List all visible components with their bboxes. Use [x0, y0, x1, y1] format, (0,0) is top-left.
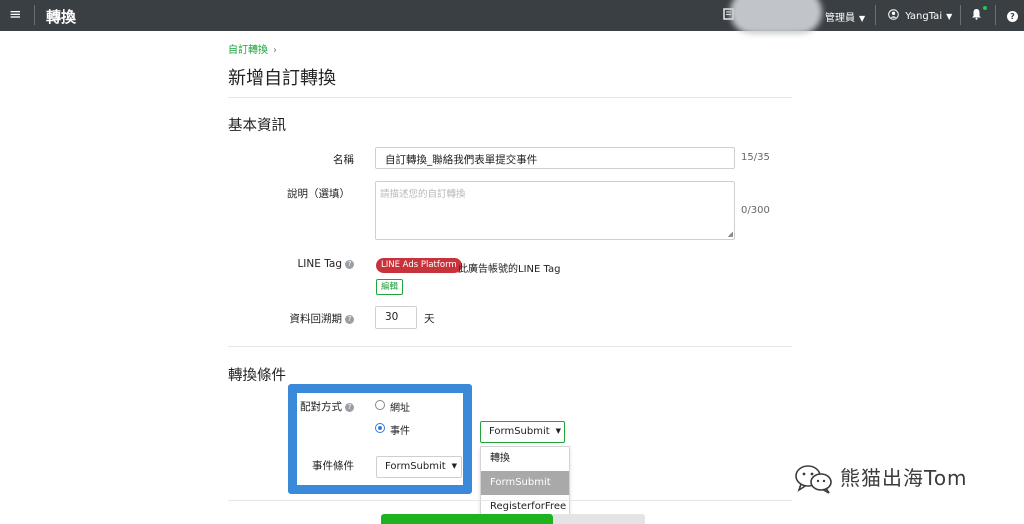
page-title: 新增自訂轉換 — [228, 68, 336, 89]
user-menu[interactable]: YangTai ▼ — [888, 9, 952, 22]
bell-icon[interactable] — [971, 8, 982, 23]
top-navigation-bar: ≡ 轉換 管理員 ▼ YangTai ▼ ? — [0, 0, 1024, 34]
lookback-input[interactable]: 30 — [375, 306, 417, 329]
cancel-button[interactable] — [553, 514, 645, 524]
lookback-unit: 天 — [424, 313, 435, 325]
question-icon[interactable]: ? — [1007, 8, 1018, 22]
caret-down-icon: ▼ — [859, 14, 866, 23]
divider — [995, 5, 996, 25]
resize-handle-icon[interactable]: ◢ — [728, 231, 733, 238]
event-condition-value: FormSubmit — [385, 461, 446, 472]
section-title-basic-info: 基本資訊 — [228, 118, 286, 134]
event-dropdown-value: FormSubmit — [489, 426, 550, 437]
divider — [34, 5, 35, 25]
blurred-account-info — [730, 0, 822, 34]
description-label: 說明（選填） — [287, 188, 350, 200]
name-input[interactable]: 自訂轉換_聯絡我們表單提交事件 — [375, 147, 735, 169]
match-method-label-wrap: 配對方式? — [296, 399, 354, 414]
name-label: 名稱 — [333, 154, 354, 166]
line-tag-label: LINE Tag — [297, 258, 342, 270]
role-label: 管理員 — [825, 13, 855, 24]
watermark-text: 熊猫出海Tom — [840, 466, 968, 490]
radio-url-label: 網址 — [390, 403, 410, 414]
divider — [228, 97, 792, 98]
caret-down-icon: ▼ — [946, 12, 953, 21]
edit-button[interactable]: 編輯 — [376, 279, 403, 295]
lookback-label-wrap: 資料回溯期? — [280, 311, 354, 326]
name-counter: 15/35 — [741, 152, 770, 163]
user-name: YangTai — [905, 11, 943, 22]
description-textarea[interactable]: 請描述您的自訂轉換 ◢ — [375, 181, 735, 240]
breadcrumb: 自訂轉換 › — [228, 41, 277, 56]
divider — [228, 346, 792, 347]
radio-event-label: 事件 — [390, 426, 410, 437]
help-icon[interactable]: ? — [345, 260, 354, 269]
line-tag-description: 此廣告帳號的LINE Tag — [458, 264, 561, 275]
user-circle-icon — [888, 9, 902, 22]
app-title: 轉換 — [46, 8, 77, 26]
role-menu[interactable]: 管理員 ▼ — [825, 9, 865, 24]
help-icon[interactable]: ? — [345, 315, 354, 324]
caret-down-icon: ▼ — [451, 462, 458, 470]
description-counter: 0/300 — [741, 205, 770, 216]
save-button[interactable] — [381, 514, 553, 524]
divider — [228, 500, 792, 501]
caret-down-icon: ▼ — [555, 427, 562, 435]
event-dropdown-toggle[interactable]: FormSubmit ▼ — [480, 421, 565, 443]
divider — [960, 5, 961, 25]
dropdown-option-highlighted[interactable]: FormSubmit — [481, 471, 569, 495]
breadcrumb-link[interactable]: 自訂轉換 — [228, 45, 268, 56]
lookback-label: 資料回溯期 — [289, 313, 343, 325]
notification-dot — [983, 6, 987, 10]
breadcrumb-separator: › — [273, 45, 277, 56]
radio-url[interactable] — [375, 400, 385, 410]
line-ads-platform-badge: LINE Ads Platform — [376, 258, 462, 273]
dropdown-option[interactable]: 轉換 — [481, 447, 569, 471]
match-method-label: 配對方式 — [300, 401, 342, 413]
section-title-conditions: 轉換條件 — [228, 368, 286, 384]
radio-event[interactable] — [375, 423, 385, 433]
description-placeholder: 請描述您的自訂轉換 — [380, 189, 466, 200]
help-icon[interactable]: ? — [345, 403, 354, 412]
hamburger-icon[interactable]: ≡ — [9, 7, 22, 22]
question-glyph: ? — [1007, 11, 1018, 22]
event-condition-select[interactable]: FormSubmit ▼ — [376, 456, 462, 478]
event-dropdown-menu: 轉換 FormSubmit RegisterforFree — [480, 446, 570, 518]
wechat-logo-icon — [794, 463, 834, 499]
event-condition-label: 事件條件 — [312, 460, 354, 472]
divider — [875, 5, 876, 25]
line-tag-label-wrap: LINE Tag? — [280, 258, 354, 270]
